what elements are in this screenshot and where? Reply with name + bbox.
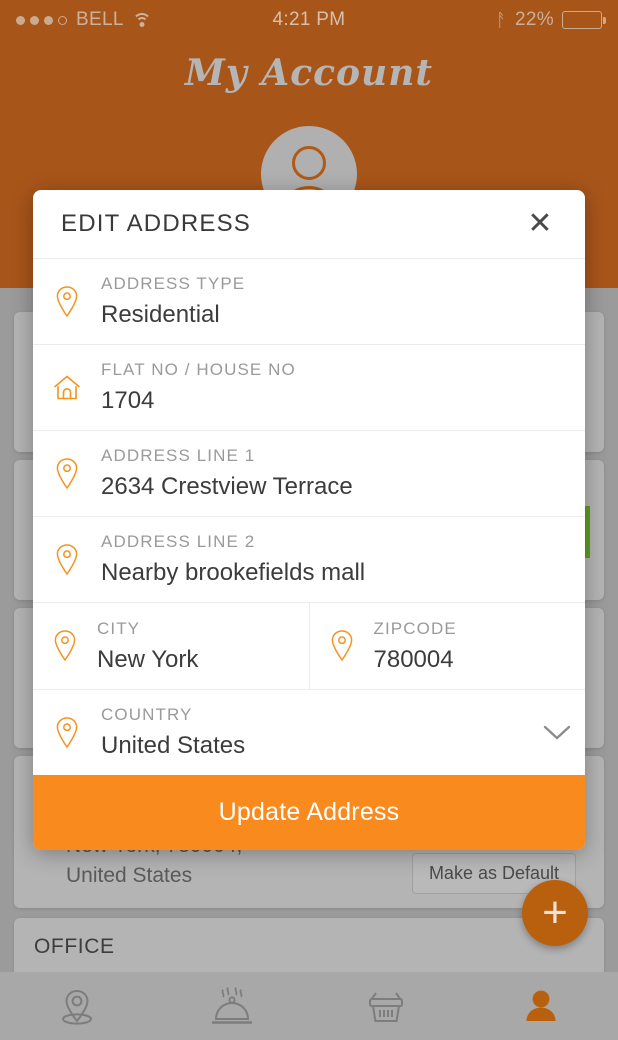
battery-percent-label: 22% [515, 9, 554, 30]
app-root: BELL 4:21 PM ᚨ 22% My Account New [0, 0, 618, 1040]
bluetooth-icon: ᚨ [495, 10, 508, 30]
field-row-city-zipcode: CITY New York ZIPCODE 780004 [33, 602, 585, 689]
field-text-country: COUNTRY United States [101, 705, 529, 760]
field-label: ADDRESS LINE 2 [101, 532, 256, 551]
field-value[interactable]: Residential [101, 301, 571, 329]
field-row-address-line-1[interactable]: ADDRESS LINE 1 2634 Crestview Terrace [33, 430, 585, 516]
field-label: FLAT NO / HOUSE NO [101, 360, 296, 379]
plus-icon: + [542, 888, 568, 937]
field-row-address-type[interactable]: ADDRESS TYPE Residential [33, 258, 585, 344]
person-icon [526, 990, 556, 1021]
field-text-city: CITY New York [97, 619, 309, 674]
field-row-country[interactable]: COUNTRY United States [33, 689, 585, 775]
add-address-fab[interactable]: + [522, 880, 588, 946]
location-pin-icon [33, 716, 101, 750]
update-address-button[interactable]: Update Address [33, 775, 585, 850]
field-value[interactable]: 1704 [101, 387, 571, 415]
carrier-label: BELL [76, 9, 124, 30]
page-title: My Account [184, 52, 434, 94]
location-pin-icon [33, 285, 101, 319]
field-label: ZIPCODE [373, 618, 457, 638]
status-bar-right: ᚨ 22% [408, 9, 618, 31]
field-label: CITY [97, 618, 141, 638]
field-value[interactable]: Nearby brookefields mall [101, 559, 571, 587]
avatar-head-icon [292, 146, 326, 180]
wifi-icon [132, 13, 152, 27]
modal-header: EDIT ADDRESS ✕ [33, 190, 585, 258]
status-bar-left: BELL [0, 9, 210, 31]
edit-address-modal: EDIT ADDRESS ✕ ADDRESS TYPE Residential [33, 190, 585, 850]
food-tab[interactable] [155, 983, 310, 1029]
battery-icon [561, 11, 606, 29]
field-cell-city[interactable]: CITY New York [33, 603, 309, 689]
field-value[interactable]: 780004 [374, 646, 572, 674]
background-card-office[interactable]: OFFICE [14, 918, 604, 976]
field-text-address-line-1: ADDRESS LINE 1 2634 Crestview Terrace [101, 446, 585, 501]
location-pin-icon [62, 989, 93, 1025]
field-row-flat-no[interactable]: FLAT NO / HOUSE NO 1704 [33, 344, 585, 430]
field-text-zipcode: ZIPCODE 780004 [374, 619, 586, 674]
cart-tab[interactable] [309, 983, 464, 1029]
modal-title: EDIT ADDRESS [61, 210, 252, 237]
account-tab[interactable] [464, 983, 618, 1029]
bottom-tab-bar [0, 972, 618, 1040]
home-icon [33, 373, 101, 403]
field-value[interactable]: United States [101, 732, 515, 760]
field-label: COUNTRY [101, 705, 193, 724]
field-row-address-line-2[interactable]: ADDRESS LINE 2 Nearby brookefields mall [33, 516, 585, 602]
card-address-line-2: United States [66, 864, 193, 887]
location-pin-icon [33, 629, 97, 663]
field-cell-zipcode[interactable]: ZIPCODE 780004 [308, 603, 586, 689]
status-bar: BELL 4:21 PM ᚨ 22% [0, 0, 618, 40]
office-card-label: OFFICE [34, 935, 115, 958]
location-pin-icon [33, 543, 101, 577]
chevron-down-icon[interactable] [529, 724, 585, 742]
field-label: ADDRESS LINE 1 [101, 446, 256, 465]
field-text-address-line-2: ADDRESS LINE 2 Nearby brookefields mall [101, 532, 585, 587]
field-text-flat-no: FLAT NO / HOUSE NO 1704 [101, 360, 585, 415]
field-text-address-type: ADDRESS TYPE Residential [101, 274, 585, 329]
location-tab[interactable] [0, 983, 155, 1029]
food-dome-icon [211, 987, 252, 1024]
field-value[interactable]: 2634 Crestview Terrace [101, 473, 571, 501]
close-icon[interactable]: ✕ [523, 207, 557, 241]
status-bar-time: 4:21 PM [272, 9, 346, 30]
field-value[interactable]: New York [97, 646, 295, 674]
field-label: ADDRESS TYPE [101, 274, 246, 293]
location-pin-icon [33, 457, 101, 491]
signal-strength-icon [16, 15, 67, 25]
shopping-basket-icon [369, 992, 404, 1022]
location-pin-icon [310, 629, 374, 663]
